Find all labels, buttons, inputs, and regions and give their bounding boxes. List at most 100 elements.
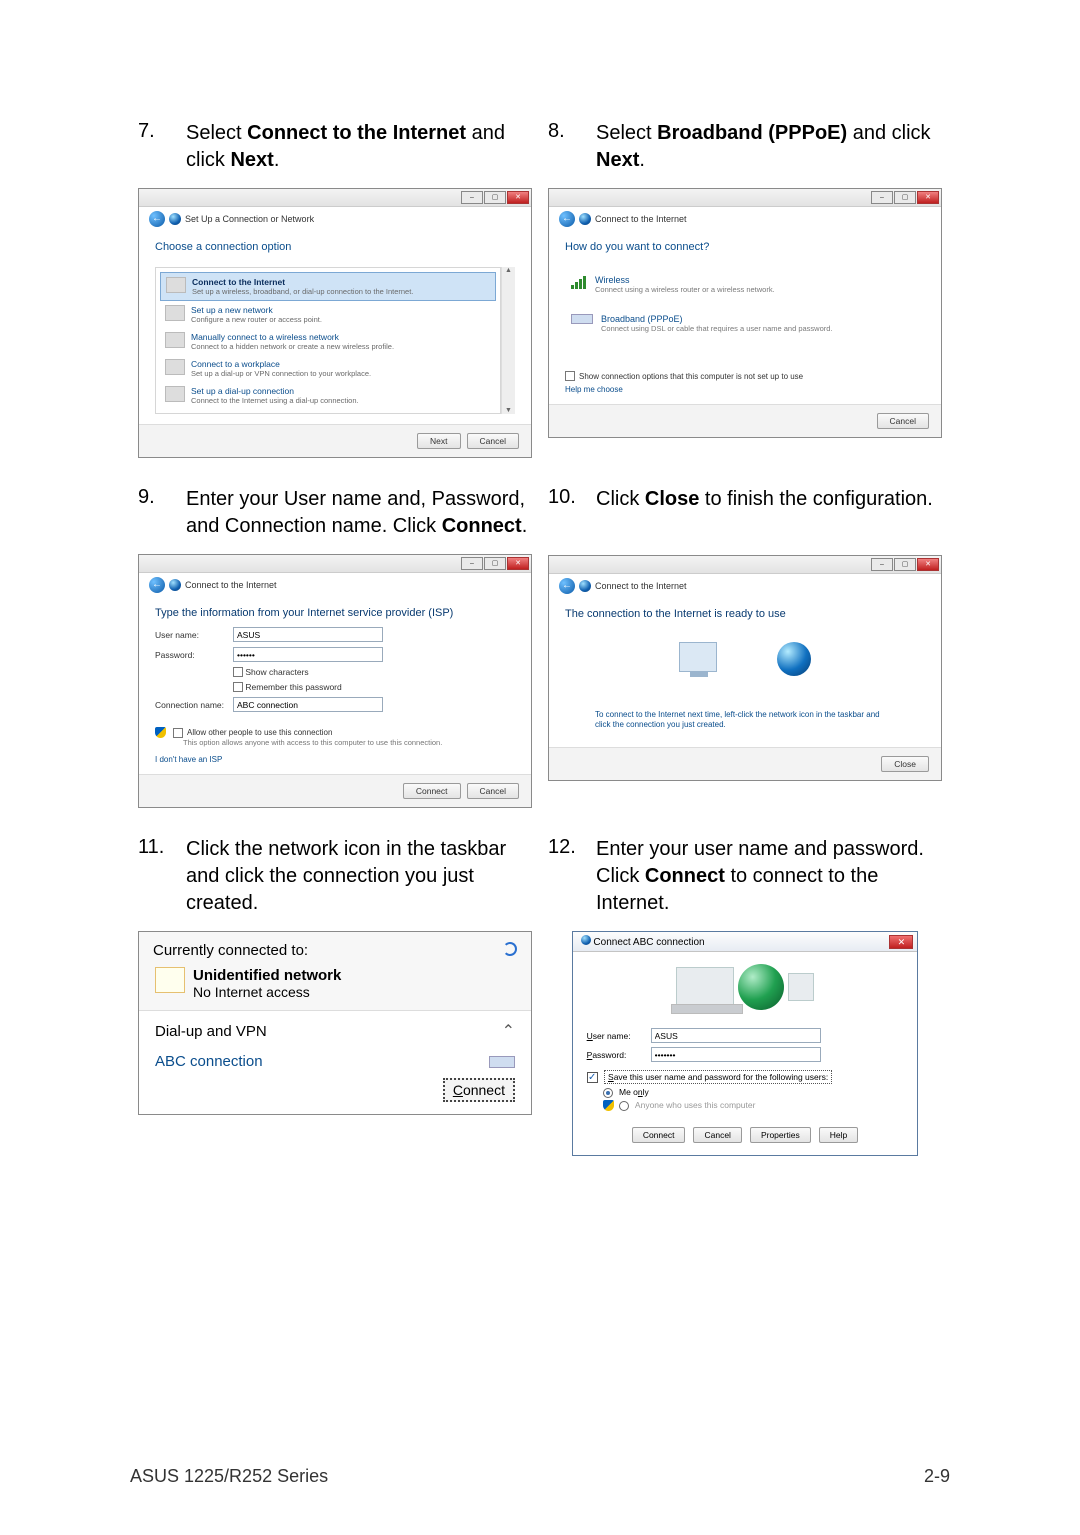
network-flyout: Currently connected to: Unidentified net… — [138, 931, 532, 1115]
minimize-icon[interactable]: – — [461, 191, 483, 204]
username-input[interactable] — [651, 1028, 821, 1043]
password-input[interactable] — [233, 647, 383, 662]
maximize-icon[interactable]: ▢ — [894, 191, 916, 204]
back-icon[interactable]: ← — [559, 578, 575, 594]
cancel-button[interactable]: Cancel — [467, 433, 519, 449]
cancel-button[interactable]: Cancel — [693, 1127, 741, 1143]
minimize-icon[interactable]: – — [461, 557, 483, 570]
minimize-icon[interactable]: – — [871, 191, 893, 204]
connect-button[interactable]: CConnectonnect — [443, 1078, 515, 1102]
cancel-button[interactable]: Cancel — [877, 413, 929, 429]
step-num: 9. — [138, 486, 186, 540]
radio-anyone[interactable] — [619, 1101, 629, 1111]
step-text: Enter your User name and, Password, and … — [186, 486, 532, 540]
option-wireless[interactable]: WirelessConnect using a wireless router … — [565, 267, 925, 302]
globe-icon — [777, 642, 811, 676]
briefcase-icon — [165, 359, 185, 375]
close-icon[interactable]: ✕ — [917, 558, 939, 571]
dialog-heading: How do you want to connect? — [565, 241, 925, 253]
properties-button[interactable]: Properties — [750, 1127, 811, 1143]
password-label: Password: — [587, 1050, 651, 1060]
window-isp-info: – ▢ ✕ ← Connect to the Internet Type the… — [138, 554, 532, 808]
option-dialup[interactable]: Set up a dial-up connectionConnect to th… — [160, 382, 496, 409]
dialog-title: Connect ABC connection — [593, 937, 704, 948]
minimize-icon[interactable]: – — [871, 558, 893, 571]
globe-icon — [166, 277, 186, 293]
network-icon — [155, 967, 185, 993]
shield-icon — [603, 1100, 614, 1111]
cancel-button[interactable]: Cancel — [467, 783, 519, 799]
connection-item[interactable]: ABC connection — [139, 1045, 531, 1082]
option-workplace[interactable]: Connect to a workplaceSet up a dial-up o… — [160, 355, 496, 382]
step-num: 8. — [548, 120, 596, 174]
back-icon[interactable]: ← — [149, 577, 165, 593]
chevron-up-icon[interactable]: ⌃ — [502, 1021, 515, 1041]
help-me-choose-link[interactable]: Help me choose — [565, 385, 925, 394]
no-isp-link[interactable]: I don't have an ISP — [155, 755, 515, 764]
step-num: 10. — [548, 486, 596, 513]
globe-icon — [579, 580, 591, 592]
radio-me-only-label: Me only — [619, 1087, 649, 1097]
show-characters-label: Show characters — [245, 667, 308, 677]
remember-password-checkbox[interactable] — [233, 682, 243, 692]
connection-name-input[interactable] — [233, 697, 383, 712]
show-characters-checkbox[interactable] — [233, 667, 243, 677]
back-icon[interactable]: ← — [559, 211, 575, 227]
globe-icon — [169, 213, 181, 225]
username-label: User name: — [155, 630, 233, 640]
scrollbar[interactable]: ▲▼ — [501, 267, 515, 414]
maximize-icon[interactable]: ▢ — [894, 558, 916, 571]
back-icon[interactable]: ← — [149, 211, 165, 227]
show-options-checkbox[interactable]: Show connection options that this comput… — [565, 371, 925, 381]
breadcrumb: Set Up a Connection or Network — [185, 214, 314, 224]
maximize-icon[interactable]: ▢ — [484, 557, 506, 570]
close-icon[interactable]: ✕ — [917, 191, 939, 204]
globe-icon — [579, 213, 591, 225]
username-label: User name: — [587, 1031, 651, 1041]
close-icon[interactable]: ✕ — [889, 935, 913, 949]
router-icon — [165, 305, 185, 321]
option-broadband[interactable]: Broadband (PPPoE)Connect using DSL or ca… — [565, 306, 925, 341]
option-connect-internet[interactable]: Connect to the InternetSet up a wireless… — [160, 272, 496, 301]
step-text: Click Close to finish the configuration. — [596, 486, 933, 513]
globe-icon — [169, 579, 181, 591]
computer-icon — [679, 642, 717, 672]
maximize-icon[interactable]: ▢ — [484, 191, 506, 204]
refresh-icon[interactable] — [503, 942, 517, 956]
network-title: Unidentified network — [193, 967, 341, 984]
window-setup-connection: – ▢ ✕ ← Set Up a Connection or Network C… — [138, 188, 532, 458]
breadcrumb: Connect to the Internet — [595, 581, 687, 591]
step-text: Enter your user name and password. Click… — [596, 836, 942, 917]
username-input[interactable] — [233, 627, 383, 642]
dialog-heading: Choose a connection option — [155, 241, 515, 253]
laptop-icon — [676, 967, 734, 1007]
allow-others-desc: This option allows anyone with access to… — [183, 738, 515, 747]
section-dialup-vpn: Dial-up and VPN — [155, 1023, 267, 1040]
globe-icon — [738, 964, 784, 1010]
save-credentials-checkbox[interactable]: ✓ — [587, 1072, 598, 1083]
tip-text: To connect to the Internet next time, le… — [565, 706, 925, 737]
footer-model: ASUS 1225/R252 Series — [130, 1466, 328, 1487]
save-credentials-label: Save this user name and password for the… — [604, 1070, 832, 1084]
option-new-network[interactable]: Set up a new networkConfigure a new rout… — [160, 301, 496, 328]
connect-button[interactable]: Connect — [403, 783, 461, 799]
dialog-heading: The connection to the Internet is ready … — [565, 608, 925, 620]
close-button[interactable]: Close — [881, 756, 929, 772]
help-button[interactable]: Help — [819, 1127, 858, 1143]
close-icon[interactable]: ✕ — [507, 557, 529, 570]
step-text: Select Connect to the Internet and click… — [186, 120, 532, 174]
shield-icon — [155, 727, 166, 738]
connect-button[interactable]: Connect — [632, 1127, 686, 1143]
dialog-connect-abc: Connect ABC connection ✕ User name: Pass… — [572, 931, 919, 1156]
allow-others-checkbox[interactable]: Allow other people to use this connectio… — [155, 727, 515, 738]
option-manual-wireless[interactable]: Manually connect to a wireless networkCo… — [160, 328, 496, 355]
password-label: Password: — [155, 650, 233, 660]
close-icon[interactable]: ✕ — [507, 191, 529, 204]
flyout-header: Currently connected to: — [153, 942, 308, 959]
step-num: 7. — [138, 120, 186, 174]
modem-icon — [571, 314, 593, 324]
next-button[interactable]: Next — [417, 433, 460, 449]
radio-me-only[interactable] — [603, 1088, 613, 1098]
breadcrumb: Connect to the Internet — [185, 580, 277, 590]
password-input[interactable] — [651, 1047, 821, 1062]
